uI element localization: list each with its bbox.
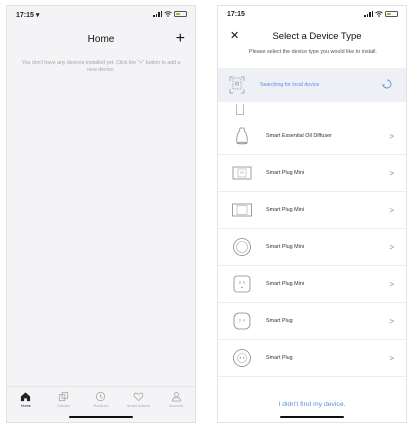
battery-icon [174,10,187,17]
page-subtitle: Please select the device type you would … [249,49,377,55]
plug-rounded-icon [231,310,253,332]
plug-mini-square-icon [231,162,253,184]
home-indicator [69,415,133,418]
home-indicator [280,415,344,418]
status-indicators [364,10,398,17]
tab-home[interactable]: Home [9,391,43,422]
status-bar: 17:15 [218,6,406,24]
plug-circle-icon [231,347,253,369]
list-item[interactable]: Smart Plug Mini > [218,155,406,192]
clock-icon [96,391,106,402]
plug-round-icon [231,236,253,258]
status-time: 17:15 ▾ [16,12,40,19]
device-type-list: Smart Essential Oil Diffuser > Smart Plu… [218,118,406,377]
select-device-screen: 17:15 ✕ Select a Device Type Please sele… [217,5,407,423]
device-name: Smart Plug Mini [266,281,305,287]
list-item[interactable]: Smart Plug Mini > [218,266,406,303]
tab-label: Scenes [57,404,70,408]
device-name: Smart Plug Mini [266,207,305,213]
battery-icon [385,10,398,17]
signal-icon [364,10,373,17]
list-item[interactable]: Smart Plug > [218,340,406,377]
status-indicators [153,10,187,17]
wifi-icon [164,10,172,17]
chevron-right-icon: > [389,242,394,252]
home-icon [21,392,31,402]
page-title: Select a Device Type [272,31,362,42]
device-name: Smart Plug Mini [266,244,305,250]
list-item[interactable]: Smart Plug > [218,303,406,340]
chevron-right-icon: > [389,131,394,141]
chevron-right-icon: > [389,168,394,178]
status-bar: 17:15 ▾ [7,6,195,24]
tab-label: Account [169,404,184,408]
device-name: Smart Essential Oil Diffuser [266,133,332,139]
signal-icon [153,10,162,17]
home-screen: 17:15 ▾ Home + You don't have any device… [6,5,196,423]
wifi-icon [375,10,383,17]
search-local-device-row: Searching for local device [218,68,406,102]
account-icon [171,392,181,402]
empty-state-message: You don't have any devices installed yet… [21,60,181,73]
plug-mini-wide-icon [231,199,253,221]
chevron-right-icon: > [389,279,394,289]
device-not-found-link[interactable]: I didn't find my device. [218,401,406,408]
status-time: 17:15 [227,11,245,18]
scenes-icon [58,391,68,402]
list-item[interactable]: Smart Essential Oil Diffuser > [218,118,406,155]
chevron-right-icon: > [389,316,394,326]
heart-icon [133,392,144,402]
page-title: Home [87,34,115,45]
plug-square-icon [231,273,253,295]
chevron-right-icon: > [389,353,394,363]
device-search-icon [229,76,245,94]
tab-label: Smart Actions [126,404,151,408]
home-header: Home + [7,30,195,50]
chevron-right-icon: > [389,205,394,215]
list-item[interactable]: Smart Plug Mini > [218,229,406,266]
tab-label: Home [20,404,31,408]
device-name: Smart Plug Mini [266,170,305,176]
loading-spinner-icon [382,79,392,89]
add-device-button[interactable]: + [176,30,185,48]
tab-label: Routines [93,404,109,408]
diffuser-icon [231,125,253,147]
tab-account[interactable]: Account [159,391,193,422]
searching-label: Searching for local device [260,82,320,88]
device-name: Smart Plug [266,318,293,324]
partial-device-icon [236,104,244,115]
device-name: Smart Plug [266,355,293,361]
list-item[interactable]: Smart Plug Mini > [218,192,406,229]
